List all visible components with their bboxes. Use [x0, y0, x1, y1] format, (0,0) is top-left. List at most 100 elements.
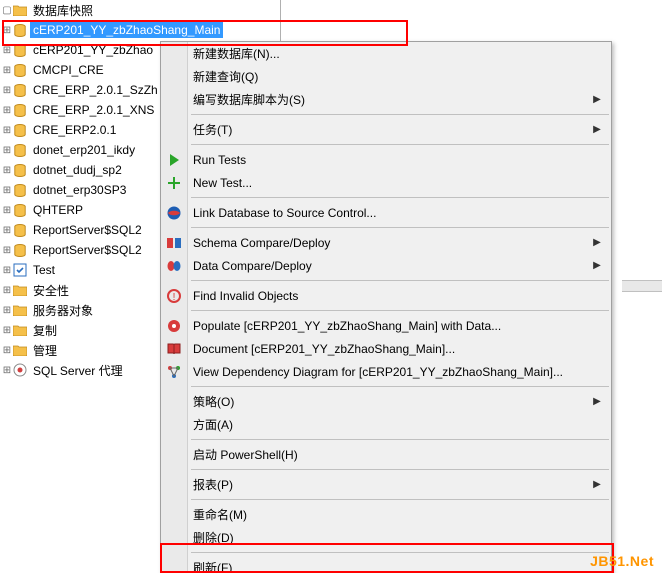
menu-label: New Test... [187, 176, 589, 190]
folder-icon [12, 3, 28, 17]
menu-data-compare[interactable]: Data Compare/Deploy ▶ [161, 254, 611, 277]
expand-icon: ⊞ [2, 225, 12, 236]
expand-icon: ⊞ [2, 145, 12, 156]
menu-start-powershell[interactable]: 启动 PowerShell(H) [161, 443, 611, 466]
warning-icon: ! [161, 284, 187, 307]
expand-icon: ⊞ [2, 45, 12, 56]
plus-icon [161, 171, 187, 194]
menu-label: 方面(A) [187, 416, 589, 433]
menu-label: 删除(D) [187, 529, 589, 546]
submenu-arrow-icon: ▶ [589, 124, 611, 135]
menu-run-tests[interactable]: Run Tests [161, 148, 611, 171]
tree-folder-snapshots[interactable]: ▢ 数据库快照 [0, 0, 280, 20]
menu-find-invalid[interactable]: ! Find Invalid Objects [161, 284, 611, 307]
tree-label: 管理 [30, 341, 60, 360]
menu-tasks[interactable]: 任务(T) ▶ [161, 118, 611, 141]
menu-aspects[interactable]: 方面(A) [161, 413, 611, 436]
menu-link-source-control[interactable]: Link Database to Source Control... [161, 201, 611, 224]
database-icon [12, 183, 28, 197]
tree-label: dotnet_dudj_sp2 [30, 162, 125, 178]
blank-icon [161, 526, 187, 549]
menu-label: 新建查询(Q) [187, 68, 589, 85]
tree-label: 服务器对象 [30, 301, 96, 320]
menu-separator [191, 439, 609, 440]
folder-icon [12, 283, 28, 297]
database-icon [12, 143, 28, 157]
tree-label: ReportServer$SQL2 [30, 222, 145, 238]
menu-separator [191, 227, 609, 228]
menu-populate[interactable]: Populate [cERP201_YY_zbZhaoShang_Main] w… [161, 314, 611, 337]
expand-icon: ⊞ [2, 205, 12, 216]
expand-icon: ⊞ [2, 165, 12, 176]
submenu-arrow-icon: ▶ [589, 94, 611, 105]
expand-icon: ⊞ [2, 125, 12, 136]
blank-icon [161, 556, 187, 573]
expand-icon: ⊞ [2, 185, 12, 196]
blank-icon [161, 443, 187, 466]
tree-label: 安全性 [30, 281, 72, 300]
database-icon [12, 223, 28, 237]
tree-label: SQL Server 代理 [30, 361, 126, 380]
folder-icon [12, 343, 28, 357]
menu-view-dependency[interactable]: View Dependency Diagram for [cERP201_YY_… [161, 360, 611, 383]
expand-icon: ⊞ [2, 365, 12, 376]
menu-separator [191, 499, 609, 500]
menu-separator [191, 280, 609, 281]
watermark-text: JB51.Net [590, 553, 654, 569]
globe-icon [161, 201, 187, 224]
blank-icon [161, 413, 187, 436]
menu-separator [191, 552, 609, 553]
tree-label: QHTERP [30, 202, 86, 218]
menu-separator [191, 144, 609, 145]
menu-label: Run Tests [187, 153, 589, 167]
right-scroll-stub [622, 280, 662, 292]
submenu-arrow-icon: ▶ [589, 396, 611, 407]
folder-icon [12, 323, 28, 337]
submenu-arrow-icon: ▶ [589, 260, 611, 271]
menu-reports[interactable]: 报表(P) ▶ [161, 473, 611, 496]
database-icon [12, 123, 28, 137]
tree-label: 数据库快照 [30, 1, 96, 20]
expand-icon: ⊞ [2, 65, 12, 76]
play-icon [161, 148, 187, 171]
menu-new-test[interactable]: New Test... [161, 171, 611, 194]
blank-icon [161, 65, 187, 88]
menu-new-database[interactable]: 新建数据库(N)... [161, 42, 611, 65]
database-icon [12, 83, 28, 97]
data-compare-icon [161, 254, 187, 277]
menu-strategies[interactable]: 策略(O) ▶ [161, 390, 611, 413]
expand-icon: ⊞ [2, 105, 12, 116]
menu-document[interactable]: Document [cERP201_YY_zbZhaoShang_Main]..… [161, 337, 611, 360]
menu-label: 重命名(M) [187, 506, 589, 523]
tree-label: CRE_ERP_2.0.1_XNS [30, 102, 157, 118]
tree-label: CMCPI_CRE [30, 62, 107, 78]
menu-separator [191, 386, 609, 387]
svg-text:!: ! [173, 292, 176, 303]
database-icon [12, 43, 28, 57]
expand-icon: ⊞ [2, 25, 12, 36]
tree-label: CRE_ERP2.0.1 [30, 122, 119, 138]
tree-label: cERP201_YY_zbZhao [30, 42, 156, 58]
gear-red-icon [161, 314, 187, 337]
database-icon [12, 243, 28, 257]
menu-refresh[interactable]: 刷新(F) [161, 556, 611, 573]
menu-label: 新建数据库(N)... [187, 45, 589, 62]
menu-script-db-as[interactable]: 编写数据库脚本为(S) ▶ [161, 88, 611, 111]
test-icon [12, 263, 28, 277]
expand-icon: ⊞ [2, 85, 12, 96]
blank-icon [161, 118, 187, 141]
menu-schema-compare[interactable]: Schema Compare/Deploy ▶ [161, 231, 611, 254]
tree-db-selected[interactable]: ⊞ cERP201_YY_zbZhaoShang_Main [0, 20, 280, 40]
menu-delete[interactable]: 删除(D) [161, 526, 611, 549]
menu-new-query[interactable]: 新建查询(Q) [161, 65, 611, 88]
database-icon [12, 23, 28, 37]
blank-icon [161, 42, 187, 65]
database-icon [12, 63, 28, 77]
menu-rename[interactable]: 重命名(M) [161, 503, 611, 526]
context-menu: 新建数据库(N)... 新建查询(Q) 编写数据库脚本为(S) ▶ 任务(T) … [160, 41, 612, 573]
tree-label: ReportServer$SQL2 [30, 242, 145, 258]
menu-label: 编写数据库脚本为(S) [187, 91, 589, 108]
menu-label: Document [cERP201_YY_zbZhaoShang_Main]..… [187, 342, 589, 356]
expand-icon: ⊞ [2, 245, 12, 256]
menu-separator [191, 469, 609, 470]
